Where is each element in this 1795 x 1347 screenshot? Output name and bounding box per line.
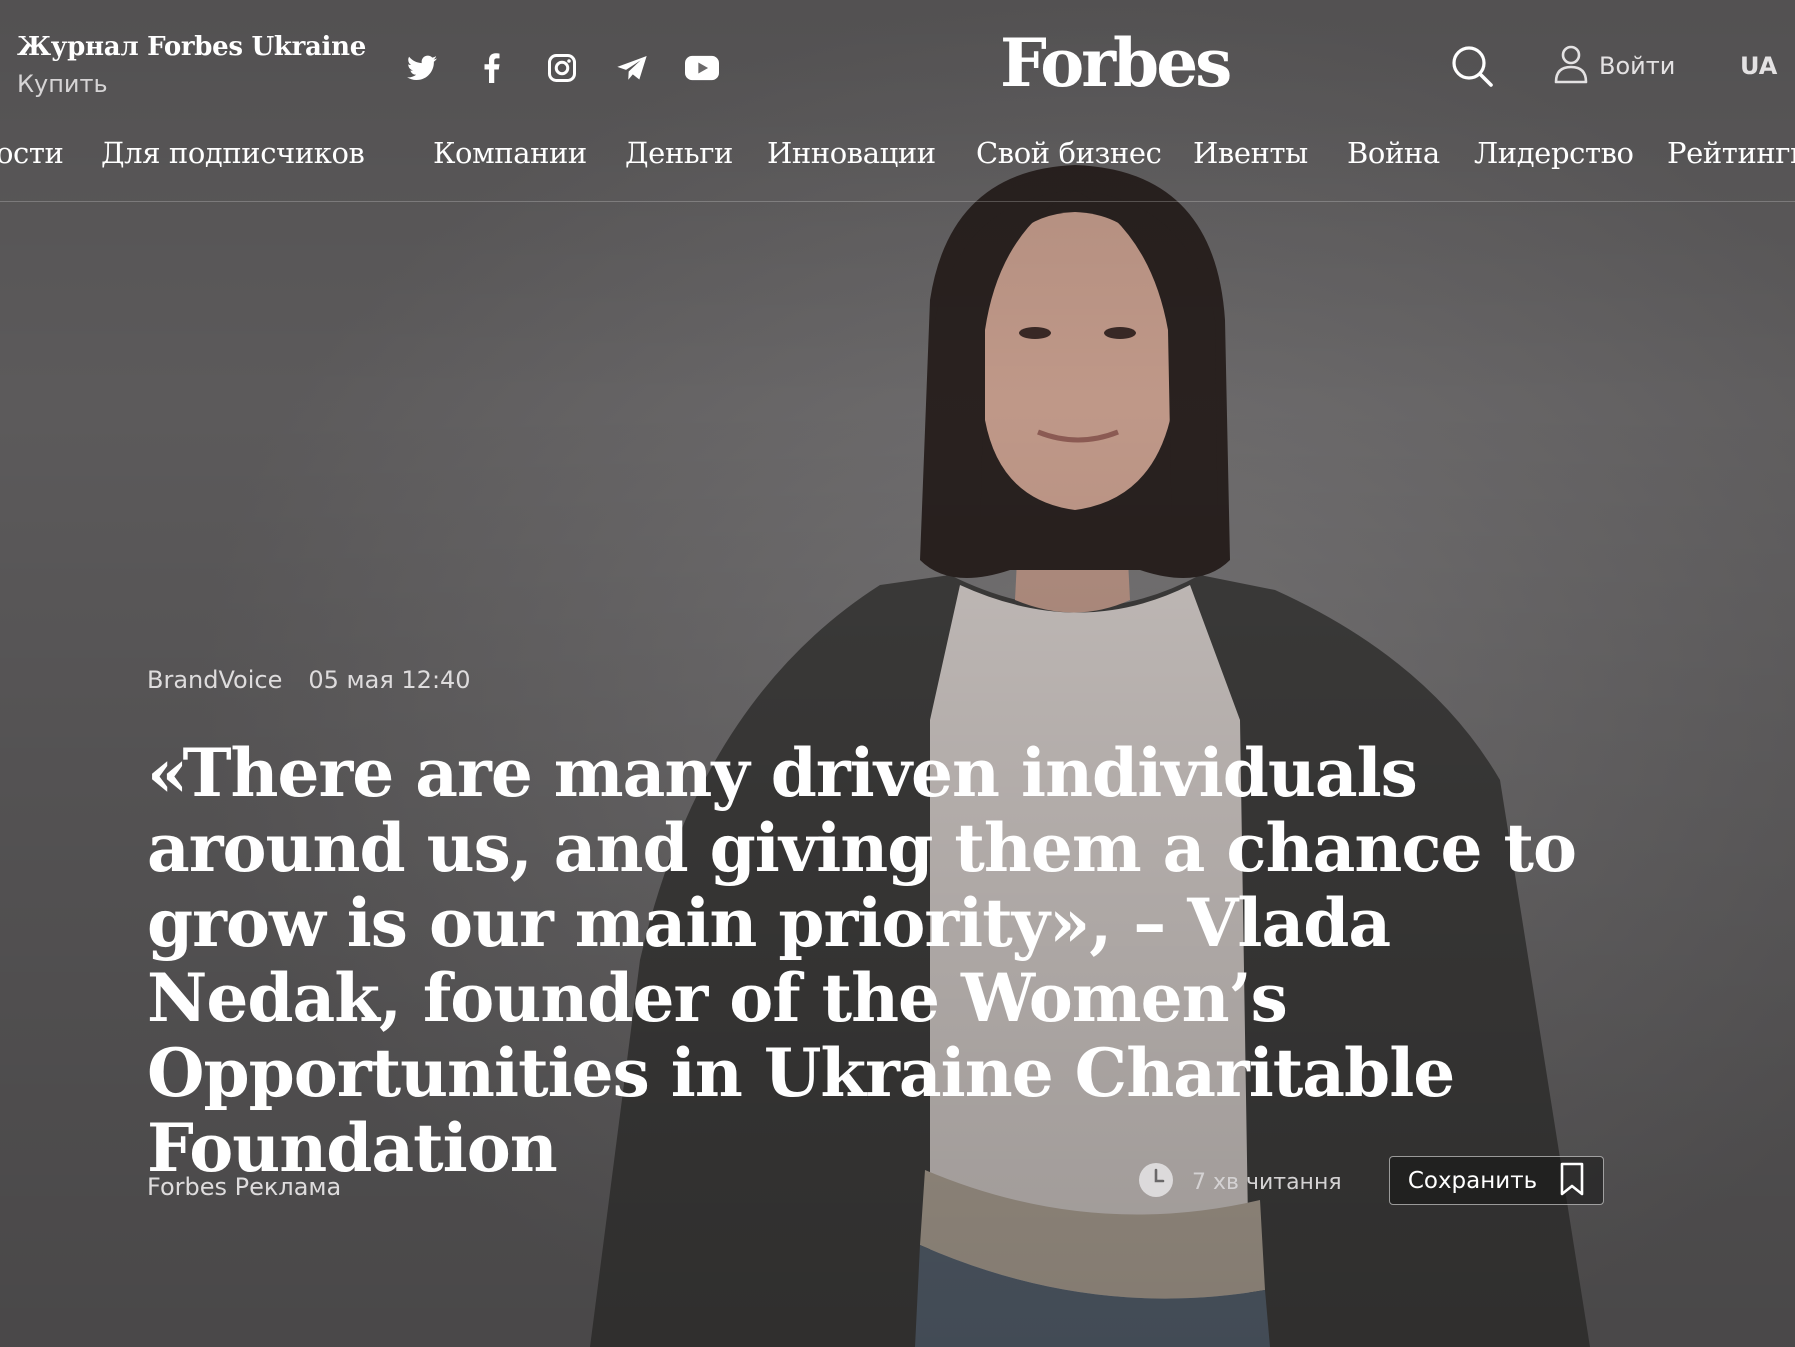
login-label: Войти (1599, 52, 1676, 80)
twitter-icon[interactable] (404, 50, 440, 86)
main-nav: ости Для подписчиков Компании Деньги Инн… (0, 136, 1795, 202)
read-time-label: 7 хв читання (1192, 1169, 1342, 1195)
search-icon[interactable] (1450, 44, 1494, 88)
article-category[interactable]: BrandVoice (147, 666, 282, 694)
article-byline[interactable]: Forbes Реклама (147, 1173, 341, 1201)
bookmark-icon (1559, 1162, 1585, 1200)
facebook-icon[interactable] (474, 50, 510, 86)
magazine-promo: Журнал Forbes Ukraine Купить (17, 32, 366, 98)
article-headline: «There are many driven individuals aroun… (147, 736, 1597, 1186)
save-button[interactable]: Сохранить (1389, 1156, 1604, 1205)
forbes-logo[interactable]: Forbes (1000, 24, 1232, 102)
telegram-icon[interactable] (614, 50, 650, 86)
nav-item-innovations[interactable]: Инновации (767, 136, 936, 170)
nav-item-companies[interactable]: Компании (433, 136, 587, 170)
nav-item-money[interactable]: Деньги (625, 136, 733, 170)
login-button[interactable]: Войти (1553, 44, 1675, 88)
youtube-icon[interactable] (684, 50, 720, 86)
nav-item-war[interactable]: Война (1347, 136, 1440, 170)
read-time: 7 хв читання (1138, 1162, 1342, 1202)
clock-icon (1138, 1162, 1174, 1202)
nav-item-news[interactable]: ости (0, 136, 64, 170)
magazine-buy-link[interactable]: Купить (17, 70, 108, 98)
nav-item-ratings[interactable]: Рейтинги (1667, 136, 1795, 170)
user-icon (1553, 44, 1589, 88)
article-meta: BrandVoice 05 мая 12:40 (147, 666, 471, 694)
article-date: 05 мая 12:40 (308, 666, 471, 694)
nav-item-events[interactable]: Ивенты (1193, 136, 1308, 170)
nav-item-subscribers[interactable]: Для подписчиков (101, 136, 365, 170)
nav-item-leadership[interactable]: Лидерство (1474, 136, 1634, 170)
nav-item-own-business[interactable]: Свой бизнес (976, 136, 1162, 170)
social-links (404, 50, 720, 86)
save-label: Сохранить (1407, 1167, 1538, 1194)
magazine-title[interactable]: Журнал Forbes Ukraine (17, 32, 366, 62)
language-switch[interactable]: UA (1740, 52, 1777, 80)
site-header: Журнал Forbes Ukraine Купить Forbes Войт… (0, 0, 1795, 202)
instagram-icon[interactable] (544, 50, 580, 86)
